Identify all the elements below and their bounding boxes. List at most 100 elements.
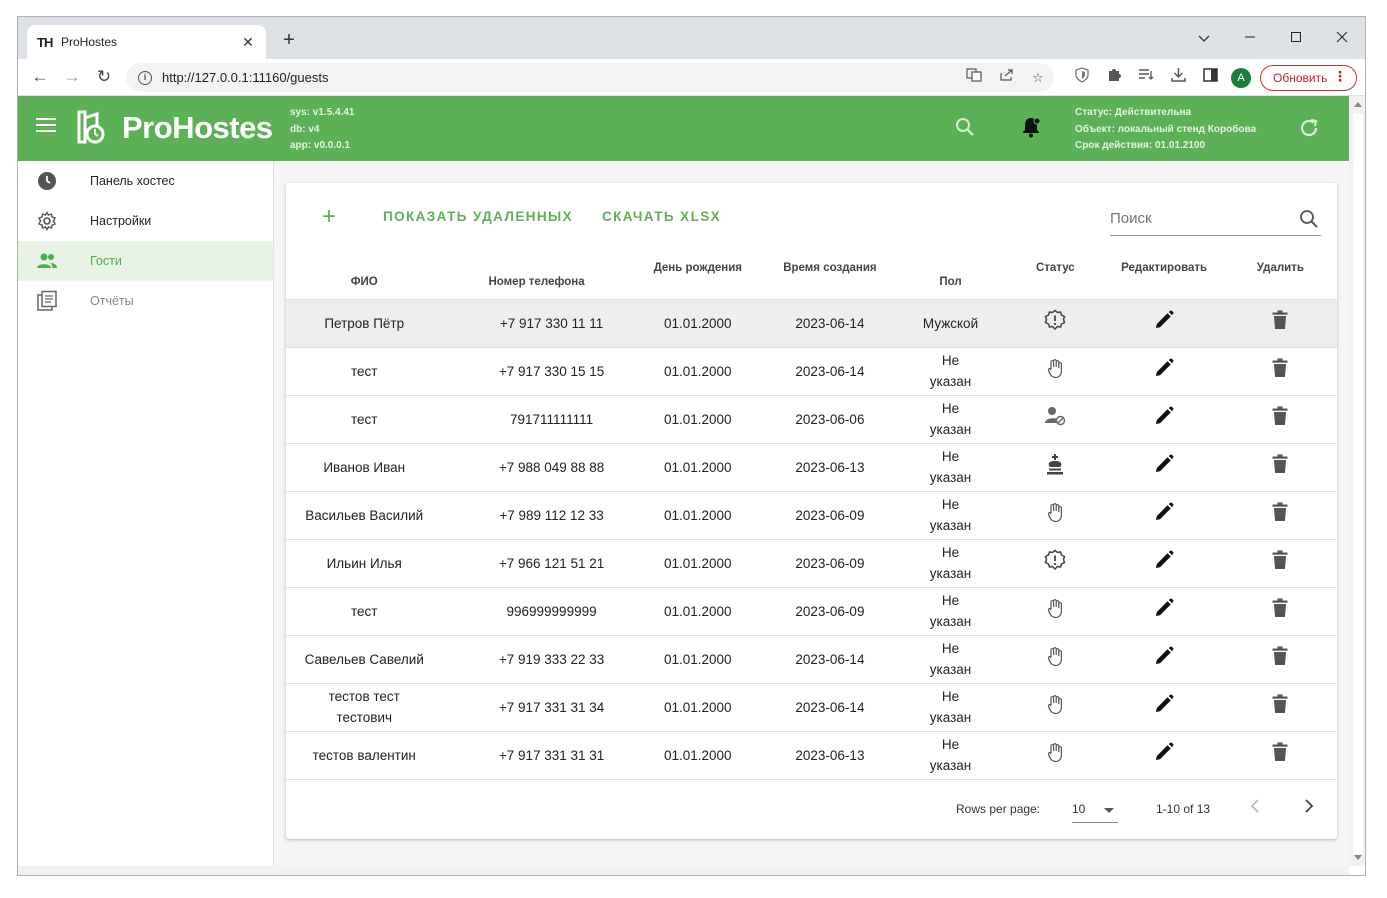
- table-row[interactable]: Петров Пётр +7 917 330 11 11 01.01.2000 202…: [286, 298, 1337, 347]
- cell-delete: [1223, 298, 1337, 347]
- edit-pencil-icon[interactable]: [1154, 598, 1174, 618]
- table-row[interactable]: тестов тест тестович +7 917 331 31 34 01.0…: [286, 682, 1337, 731]
- notification-bell-icon[interactable]: [1020, 116, 1042, 143]
- cell-delete: [1223, 394, 1337, 443]
- sidebar-item-guests[interactable]: Гости: [18, 241, 273, 281]
- download-xlsx-button[interactable]: СКАЧАТЬ XLSX: [602, 209, 721, 224]
- delete-trash-icon[interactable]: [1272, 358, 1288, 378]
- cell-birthday: 01.01.2000: [630, 490, 765, 539]
- delete-trash-icon[interactable]: [1272, 742, 1288, 762]
- cell-delete: [1223, 442, 1337, 491]
- sidebar-item-reports[interactable]: Отчёты: [18, 281, 273, 321]
- cell-status: [1006, 538, 1105, 587]
- edit-pencil-icon[interactable]: [1154, 406, 1174, 426]
- column-header-created[interactable]: Время создания: [765, 247, 895, 299]
- delete-trash-icon[interactable]: [1272, 406, 1288, 426]
- delete-trash-icon[interactable]: [1272, 694, 1288, 714]
- edit-pencil-icon[interactable]: [1154, 646, 1174, 666]
- search-field: [1110, 203, 1321, 236]
- hand-icon[interactable]: [1047, 597, 1063, 619]
- download-icon[interactable]: [1168, 67, 1188, 87]
- user-blocked-icon[interactable]: [1044, 406, 1066, 426]
- hand-icon[interactable]: [1047, 645, 1063, 667]
- show-deleted-button[interactable]: ПОКАЗАТЬ УДАЛЕННЫХ: [383, 209, 573, 224]
- table-row[interactable]: Иванов Иван +7 988 049 88 88 01.01.2000 202…: [286, 442, 1337, 491]
- address-bar[interactable]: i http://127.0.0.1:11160/guests ☆: [126, 63, 1054, 92]
- delete-trash-icon[interactable]: [1272, 550, 1288, 570]
- sidebar-item-settings[interactable]: Настройки: [18, 201, 273, 241]
- menu-hamburger-icon[interactable]: [36, 118, 56, 136]
- reading-list-icon[interactable]: [1136, 67, 1156, 87]
- cell-phone: +7 917 330 11 11: [442, 298, 631, 347]
- previous-page-icon[interactable]: [1250, 797, 1260, 818]
- cell-birthday: 01.01.2000: [630, 634, 765, 683]
- delete-trash-icon[interactable]: [1272, 646, 1288, 666]
- vertical-scrollbar[interactable]: [1349, 96, 1365, 866]
- pagination-range: 1-10 of 13: [1156, 802, 1211, 816]
- delete-trash-icon[interactable]: [1272, 598, 1288, 618]
- hand-icon[interactable]: [1047, 357, 1063, 379]
- edit-pencil-icon[interactable]: [1154, 502, 1174, 522]
- edit-pencil-icon[interactable]: [1154, 694, 1174, 714]
- table-row[interactable]: Савельев Савелий +7 919 333 22 33 01.01.20…: [286, 634, 1337, 683]
- refresh-icon[interactable]: [1298, 117, 1320, 144]
- version-info: sys: v1.5.4.41 db: v4 app: v0.0.0.1: [290, 105, 355, 155]
- table-row[interactable]: тестов валентин +7 917 331 31 31 01.01.200…: [286, 730, 1337, 780]
- delete-trash-icon[interactable]: [1272, 502, 1288, 522]
- badge-alert-icon[interactable]: [1044, 309, 1066, 331]
- tab-search-icon[interactable]: [1181, 23, 1227, 53]
- search-icon[interactable]: [1299, 209, 1319, 234]
- table-row[interactable]: тест +7 917 330 15 15 01.01.2000 2023-06-14…: [286, 346, 1337, 395]
- site-info-icon[interactable]: i: [138, 70, 152, 85]
- table-row[interactable]: Ильин Илья +7 966 121 51 21 01.01.2000 2023…: [286, 538, 1337, 587]
- table-row[interactable]: тест 791711111111 01.01.2000 2023-06-06 Не у…: [286, 394, 1337, 443]
- delete-trash-icon[interactable]: [1272, 454, 1288, 474]
- back-icon[interactable]: ←: [29, 66, 51, 88]
- edit-pencil-icon[interactable]: [1154, 550, 1174, 570]
- search-input[interactable]: [1110, 203, 1290, 233]
- extensions-puzzle-icon[interactable]: [1104, 67, 1124, 87]
- hand-icon[interactable]: [1047, 501, 1063, 523]
- close-window-icon[interactable]: [1319, 23, 1365, 53]
- column-header-status[interactable]: Статус: [1006, 247, 1104, 299]
- new-tab-icon[interactable]: +: [279, 30, 299, 50]
- browser-window: TH ProHostes ✕ + ← → ↻ i http://127.0.0.…: [17, 16, 1366, 876]
- add-guest-button[interactable]: +: [322, 205, 336, 229]
- shield-extension-icon[interactable]: [1072, 67, 1092, 87]
- column-header-birthday[interactable]: День рождения: [631, 247, 765, 299]
- edit-pencil-icon[interactable]: [1154, 310, 1174, 330]
- table-row[interactable]: Васильев Василий +7 989 112 12 33 01.01.20…: [286, 490, 1337, 539]
- update-button[interactable]: Обновить ⋮: [1260, 65, 1357, 91]
- edit-pencil-icon[interactable]: [1154, 358, 1174, 378]
- hand-icon[interactable]: [1047, 741, 1063, 763]
- minimize-icon[interactable]: [1227, 23, 1273, 53]
- header-search-icon[interactable]: [955, 117, 975, 142]
- cell-edit: [1104, 442, 1224, 491]
- delete-trash-icon[interactable]: [1272, 310, 1288, 330]
- forward-icon[interactable]: →: [61, 66, 83, 88]
- tab-close-icon[interactable]: ✕: [240, 34, 256, 51]
- edit-pencil-icon[interactable]: [1154, 742, 1174, 762]
- hand-icon[interactable]: [1047, 693, 1063, 715]
- share-icon[interactable]: [996, 63, 1016, 92]
- column-header-gender[interactable]: Пол: [895, 247, 1006, 299]
- profile-avatar[interactable]: A: [1231, 68, 1251, 88]
- column-header-name[interactable]: ФИО: [286, 247, 442, 299]
- reload-icon[interactable]: ↻: [93, 66, 115, 88]
- column-header-phone[interactable]: Номер телефона: [442, 247, 630, 299]
- rows-per-page-select[interactable]: 10: [1072, 795, 1118, 823]
- cell-gender: Не указан: [894, 538, 1007, 587]
- browser-tab[interactable]: TH ProHostes ✕: [27, 25, 266, 59]
- table-header-row: ФИО Номер телефона День рождения Время с…: [286, 247, 1337, 299]
- badge-alert-icon[interactable]: [1044, 549, 1066, 571]
- sidebar-item-hostess-panel[interactable]: Панель хостес: [18, 161, 273, 201]
- edit-pencil-icon[interactable]: [1154, 454, 1174, 474]
- bookmark-star-icon[interactable]: ☆: [1028, 63, 1048, 92]
- translate-icon[interactable]: [964, 63, 984, 92]
- side-panel-icon[interactable]: [1200, 67, 1220, 87]
- cell-delete: [1223, 730, 1337, 780]
- maximize-icon[interactable]: [1273, 23, 1319, 53]
- chess-king-icon[interactable]: [1045, 453, 1065, 475]
- next-page-icon[interactable]: [1304, 797, 1314, 818]
- table-row[interactable]: тест 996999999999 01.01.2000 2023-06-09 Не у…: [286, 586, 1337, 635]
